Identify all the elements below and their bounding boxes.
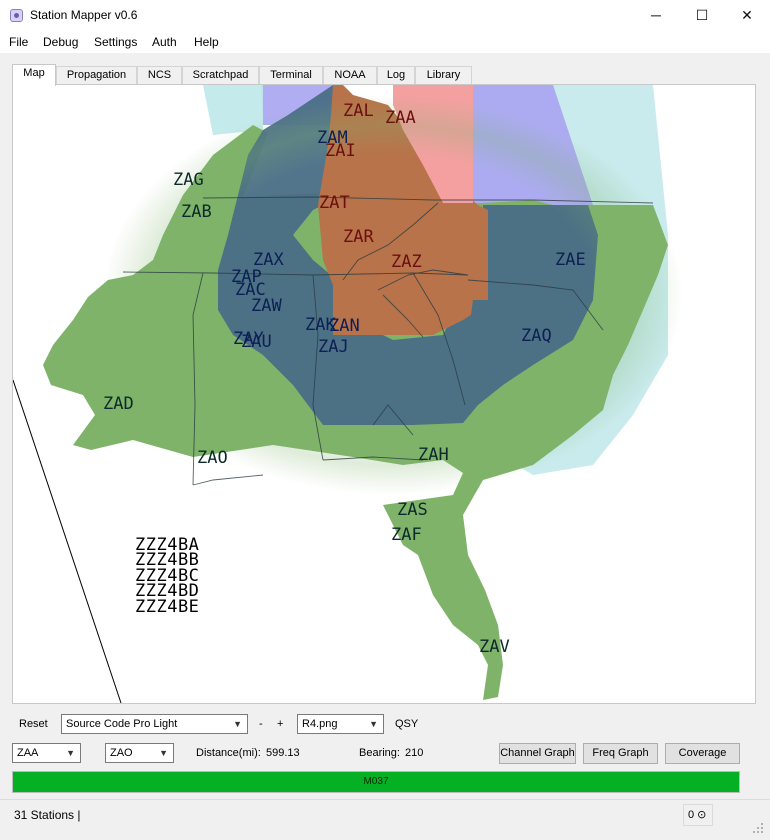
tab-map[interactable]: Map [12,64,56,86]
tab-ncs[interactable]: NCS [137,66,182,85]
to-station-value: ZAO [110,747,133,759]
app-icon [10,9,23,22]
progress-text: M037 [363,776,389,787]
menu-settings[interactable]: Settings [94,35,137,49]
station-label-zaz[interactable]: ZAZ [391,252,422,272]
station-label-zao[interactable]: ZAO [197,448,228,468]
station-label-zaa[interactable]: ZAA [385,108,416,128]
distance-label: Distance(mi): [196,747,261,759]
image-select-value: R4.png [302,718,338,730]
station-label-zah[interactable]: ZAH [418,445,449,465]
font-select[interactable]: Source Code Pro Light ▼ [61,714,248,734]
chevron-down-icon: ▼ [369,719,378,729]
bearing-value: 210 [405,747,424,759]
image-select[interactable]: R4.png ▼ [297,714,384,734]
station-label-zae[interactable]: ZAE [555,250,586,270]
minimize-button[interactable]: ─ [633,0,679,31]
qsy-label[interactable]: QSY [395,718,418,730]
progress-bar: M037 [12,771,740,793]
menu-bar: File Debug Settings Auth Help [0,31,770,53]
close-button[interactable]: ✕ [724,0,770,31]
status-text: 31 Stations | [14,808,81,822]
menu-auth[interactable]: Auth [152,35,177,49]
station-label-zaj[interactable]: ZAJ [318,337,349,357]
chevron-down-icon: ▼ [233,719,242,729]
menu-debug[interactable]: Debug [43,35,78,49]
channel-graph-button[interactable]: Channel Graph [499,743,576,764]
station-label-zat[interactable]: ZAT [319,193,350,213]
tab-library[interactable]: Library [415,66,472,85]
to-station-select[interactable]: ZAO ▼ [105,743,174,763]
station-label-zau[interactable]: ZAU [241,332,272,352]
callsign-list: ZZZ4BA ZZZ4BB ZZZ4BC ZZZ4BD ZZZ4BE [135,536,200,617]
coverage-button[interactable]: Coverage [665,743,740,764]
chevron-down-icon: ▼ [66,748,75,758]
station-label-zaw[interactable]: ZAW [251,296,282,316]
station-label-zas[interactable]: ZAS [397,500,428,520]
bearing-label: Bearing: [359,747,400,759]
station-label-zaq[interactable]: ZAQ [521,326,552,346]
from-station-select[interactable]: ZAA ▼ [12,743,81,763]
station-label-zar[interactable]: ZAR [343,227,374,247]
window-title: Station Mapper v0.6 [30,8,138,22]
menu-help[interactable]: Help [194,35,219,49]
distance-value: 599.13 [266,747,300,759]
station-label-zal[interactable]: ZAL [343,101,374,121]
station-label-zav[interactable]: ZAV [479,637,510,657]
decrease-button[interactable]: - [259,718,263,730]
tab-propagation[interactable]: Propagation [56,66,137,85]
increase-button[interactable]: + [277,718,283,730]
from-station-value: ZAA [17,747,39,759]
freq-graph-button[interactable]: Freq Graph [583,743,658,764]
station-label-zad[interactable]: ZAD [103,394,134,414]
reset-button[interactable]: Reset [19,718,48,730]
tab-terminal[interactable]: Terminal [259,66,323,85]
tab-log[interactable]: Log [377,66,415,85]
station-label-zaf[interactable]: ZAF [391,525,422,545]
tab-scratchpad[interactable]: Scratchpad [182,66,259,85]
station-label-zai[interactable]: ZAI [325,141,356,161]
station-label-zag[interactable]: ZAG [173,170,204,190]
station-label-zan[interactable]: ZAN [329,316,360,336]
maximize-button[interactable]: ☐ [679,0,725,31]
callsign-item: ZZZ4BE [135,596,200,617]
status-counter: 0 ⊙ [683,804,713,826]
map-panel[interactable]: ZAL ZAA ZAM ZAI ZAG ZAB ZAT ZAR ZAZ ZAX … [12,84,756,704]
chevron-down-icon: ▼ [159,748,168,758]
font-select-value: Source Code Pro Light [66,718,178,730]
menu-file[interactable]: File [9,35,28,49]
resize-grip-icon[interactable] [752,822,764,834]
coverage-map[interactable]: ZAL ZAA ZAM ZAI ZAG ZAB ZAT ZAR ZAZ ZAX … [13,85,756,704]
status-divider [0,799,770,800]
station-label-zab[interactable]: ZAB [181,202,212,222]
coverage-ring [103,95,683,495]
title-bar: Station Mapper v0.6 ─ ☐ ✕ [0,0,770,31]
tab-noaa[interactable]: NOAA [323,66,377,85]
